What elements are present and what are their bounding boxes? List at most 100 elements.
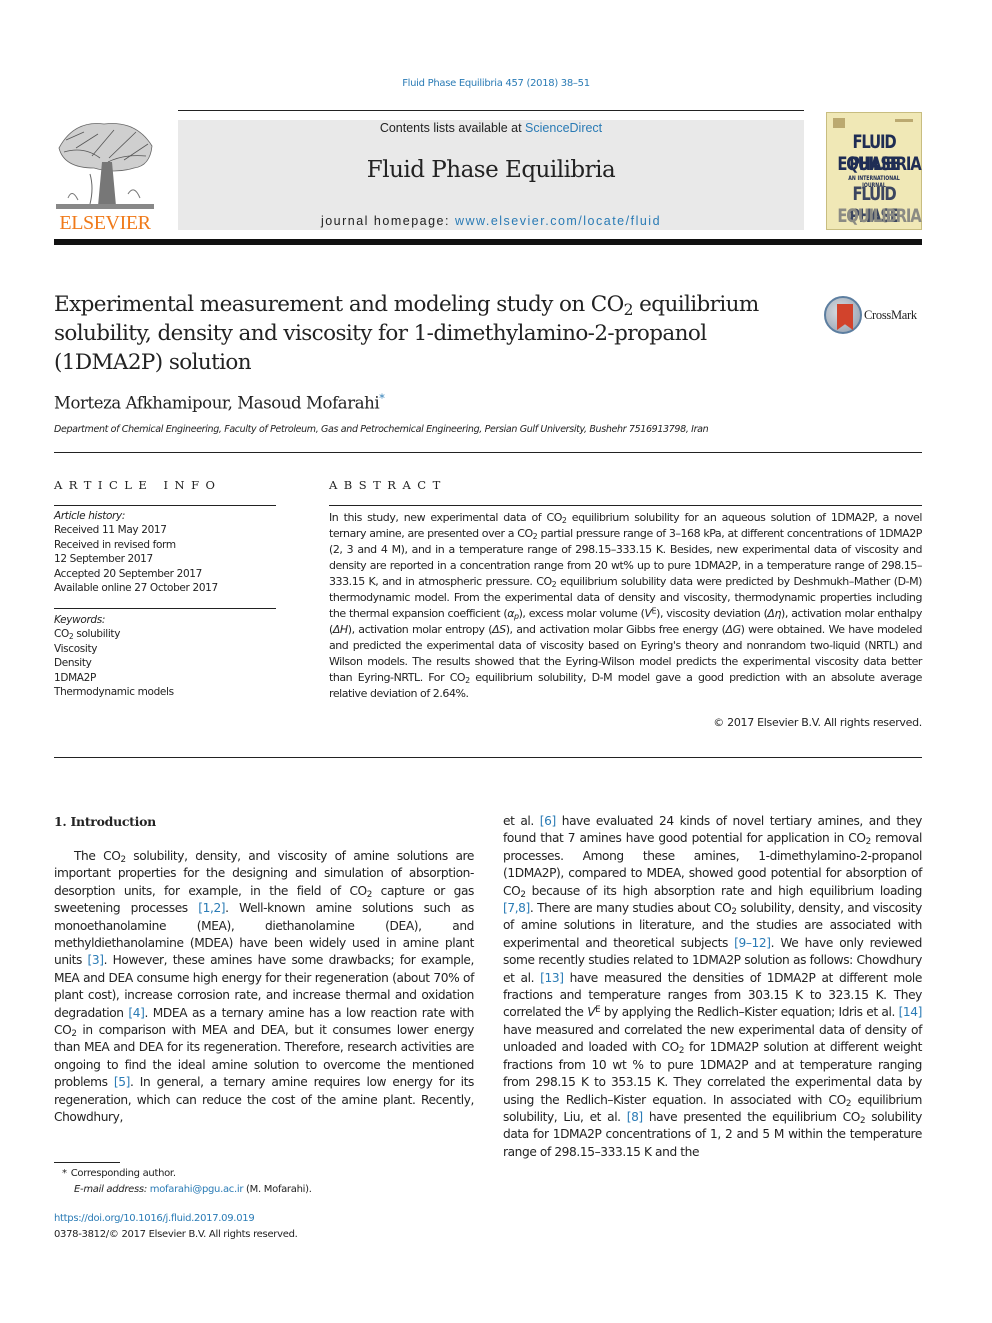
text-run: The CO [74,849,121,863]
text-run: because of its high absorption rate and … [525,883,923,898]
history-item: Available online 27 October 2017 [54,582,218,595]
crossmark-ribbon-icon [837,304,853,330]
doi-link[interactable]: https://doi.org/10.1016/j.fluid.2017.09.… [54,1213,255,1224]
math-symbol: α [507,607,515,620]
history-item: Received in revised form [54,538,176,551]
journal-masthead: Contents lists available at ScienceDirec… [178,120,804,230]
cover-title-line: EQUILIBRIA [837,153,921,175]
corresponding-author-text: Corresponding author. [70,1168,176,1179]
keyword-item[interactable]: Thermodynamic models [54,685,174,699]
abstract-copyright: © 2017 Elsevier B.V. All rights reserved… [713,716,922,729]
section-heading-introduction: 1. Introduction [54,814,156,829]
text-run: ), and activation molar Gibbs free energ… [505,623,726,636]
divider [54,757,922,758]
history-label: Article history: [54,510,126,522]
text-run: In this study, new experimental data of … [329,511,562,524]
keyword-item[interactable]: Viscosity [54,642,174,656]
homepage-prefix: journal homepage: [320,214,455,228]
text-run: et al. [503,814,540,828]
footnotes: * Corresponding author. E-mail address: m… [54,1166,312,1197]
title-part-1: Experimental measurement and modeling st… [54,292,624,317]
email-link[interactable]: mofarahi@pgu.ac.ir [150,1184,244,1195]
journal-homepage-link[interactable]: www.elsevier.com/locate/fluid [455,214,661,228]
keyword-list: CO2 solubility Viscosity Density 1DMA2P Ther… [54,627,174,699]
email-suffix: (M. Mofarahi). [243,1183,312,1195]
article-history: Article history: Received 11 May 2017 Re… [54,509,218,595]
math-symbol: V [587,1005,596,1020]
issn-copyright: 0378-3812/© 2017 Elsevier B.V. All right… [54,1228,298,1240]
divider [54,505,276,506]
article-title: Experimental measurement and modeling st… [54,290,804,377]
math-symbol: ΔG [725,623,742,636]
citation-link[interactable]: [7,8] [503,901,530,915]
history-item: Accepted 20 September 2017 [54,567,202,580]
keyword-text: CO [54,628,69,641]
divider [54,608,276,609]
keyword-text: Density [54,657,92,670]
keyword-item[interactable]: CO2 solubility [54,627,174,641]
contents-prefix: Contents lists available at [379,121,526,135]
text-run: have evaluated 24 kinds of novel tertiar… [503,814,922,846]
citation-link[interactable]: [8] [627,1110,643,1124]
author-list: Morteza Afkhamipour, Masoud Mofarahi* [54,392,385,413]
body-column-left: The CO2 solubility, density, and viscosi… [54,848,474,1127]
footnote-rule [54,1162,120,1163]
keywords-label: Keywords: [54,614,106,626]
authors-names: Morteza Afkhamipour, Masoud Mofarahi [54,393,380,413]
elsevier-wordmark: ELSEVIER [59,212,151,234]
contents-availability: Contents lists available at ScienceDirec… [178,121,804,135]
text-run: . There are many studies about CO [529,901,732,916]
journal-cover-thumbnail[interactable]: FLUID PHASE EQUILIBRIA AN INTERNATIONAL … [826,112,922,230]
divider [329,505,922,506]
keyword-item[interactable]: Density [54,656,174,670]
article-info-heading: ARTICLE INFO [54,478,222,492]
abstract-heading: ABSTRACT [329,478,447,492]
email-note: E-mail address: mofarahi@pgu.ac.ir (M. M… [54,1182,312,1198]
citation-link[interactable]: [3] [88,953,104,967]
sciencedirect-link[interactable]: ScienceDirect [525,121,602,135]
text-run: ), viscosity deviation ( [656,607,768,620]
keyword-text: solubility [73,628,121,641]
keyword-text: Thermodynamic models [54,686,174,699]
keyword-item[interactable]: 1DMA2P [54,671,174,685]
running-head-citation[interactable]: Fluid Phase Equilibria 457 (2018) 38–51 [0,78,992,89]
citation-link[interactable]: [5] [114,1075,130,1089]
cover-volume-mark [895,119,913,122]
text-run: by applying the Redlich–Kister equation;… [600,1005,899,1020]
divider [54,452,922,453]
top-rule [178,110,804,111]
corresponding-author-note: * Corresponding author. [54,1166,312,1182]
doi-block: https://doi.org/10.1016/j.fluid.2017.09.… [54,1211,298,1242]
footnote-star: * [62,1168,67,1179]
header-thick-rule [54,239,922,245]
email-label: E-mail address: [74,1183,150,1195]
body-column-right: et al. [6] have evaluated 24 kinds of no… [503,813,922,1161]
citation-link[interactable]: [4] [128,1006,144,1020]
keywords: Keywords: CO2 solubility Viscosity Density… [54,613,174,699]
math-symbol: ΔS [492,623,506,636]
text-run: have presented the equilibrium CO [642,1109,860,1124]
math-symbol: Δη [767,607,782,620]
journal-homepage: journal homepage: www.elsevier.com/locat… [178,214,804,228]
author-affiliation: Department of Chemical Engineering, Facu… [54,424,709,435]
title-subscript: 2 [623,300,634,319]
citation-link[interactable]: [13] [540,971,564,985]
citation-link[interactable]: [6] [540,814,556,828]
math-symbol: ΔH [332,623,348,636]
crossmark-icon [824,296,862,334]
keyword-text: Viscosity [54,642,98,655]
corresponding-author-mark[interactable]: * [379,392,385,405]
journal-title: Fluid Phase Equilibria [366,157,616,183]
crossmark-button[interactable]: CrossMark [824,296,924,336]
cover-title-line: EQUILIBRIA [837,205,921,227]
citation-link[interactable]: [14] [899,1005,923,1019]
abstract-text: In this study, new experimental data of … [329,510,922,702]
crossmark-label: CrossMark [864,308,917,322]
citation-link[interactable]: [9–12] [734,936,771,950]
citation-link[interactable]: [1,2] [198,901,225,915]
keyword-text: 1DMA2P [54,671,96,684]
text-run: ), activation molar entropy ( [347,623,493,636]
history-item: Received 11 May 2017 [54,524,167,537]
cover-publisher-icon [833,118,845,128]
math-symbol: V [644,607,653,620]
